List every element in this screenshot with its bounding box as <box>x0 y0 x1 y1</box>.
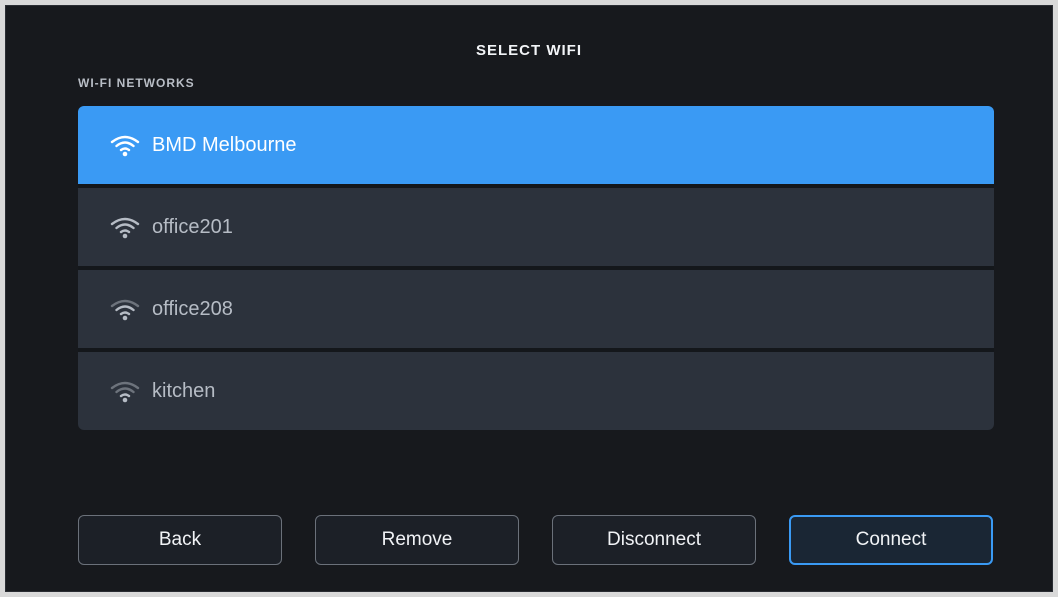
network-item[interactable]: office201 <box>78 188 994 266</box>
network-name: BMD Melbourne <box>152 133 297 156</box>
connect-button[interactable]: Connect <box>789 515 993 565</box>
disconnect-button[interactable]: Disconnect <box>552 515 756 565</box>
dialog-title: SELECT WIFI <box>476 42 582 59</box>
section-label: WI-FI NETWORKS <box>78 76 195 90</box>
wifi-settings-screen: SELECT WIFI WI-FI NETWORKS BMD Melbourne… <box>5 5 1053 592</box>
network-name: kitchen <box>152 379 216 402</box>
wifi-icon <box>110 381 140 403</box>
wifi-icon <box>110 217 140 239</box>
network-item[interactable]: kitchen <box>78 352 994 430</box>
network-name: office208 <box>152 297 233 320</box>
network-name: office201 <box>152 215 233 238</box>
network-item[interactable]: BMD Melbourne <box>78 106 994 184</box>
back-button[interactable]: Back <box>78 515 282 565</box>
network-list: BMD Melbourne office201 office208 kitche… <box>78 106 994 430</box>
remove-button[interactable]: Remove <box>315 515 519 565</box>
button-row: Back Remove Disconnect Connect <box>78 515 994 565</box>
wifi-icon <box>110 299 140 321</box>
network-item[interactable]: office208 <box>78 270 994 348</box>
wifi-icon <box>110 135 140 157</box>
